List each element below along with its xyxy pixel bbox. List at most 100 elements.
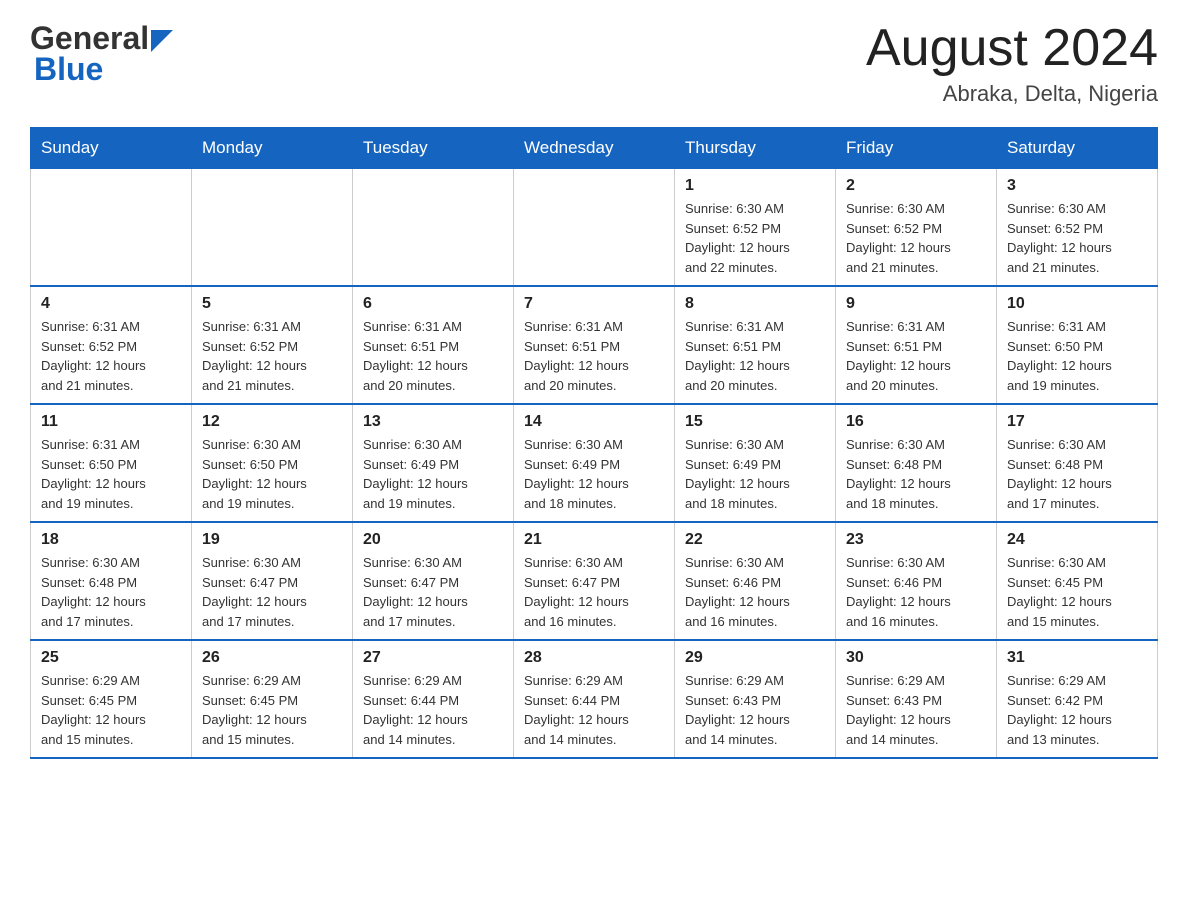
day-number: 30 (846, 649, 986, 667)
day-info: Sunrise: 6:30 AMSunset: 6:48 PMDaylight:… (846, 435, 986, 513)
day-number: 9 (846, 295, 986, 313)
weekday-header-tuesday: Tuesday (353, 128, 514, 169)
day-info: Sunrise: 6:30 AMSunset: 6:48 PMDaylight:… (41, 553, 181, 631)
weekday-header-monday: Monday (192, 128, 353, 169)
day-number: 14 (524, 413, 664, 431)
day-info: Sunrise: 6:29 AMSunset: 6:44 PMDaylight:… (524, 671, 664, 749)
calendar-cell: 10Sunrise: 6:31 AMSunset: 6:50 PMDayligh… (997, 286, 1158, 404)
day-info: Sunrise: 6:30 AMSunset: 6:47 PMDaylight:… (202, 553, 342, 631)
calendar-cell (514, 169, 675, 287)
day-number: 3 (1007, 177, 1147, 195)
calendar-cell: 5 Sunrise: 6:31 AMSunset: 6:52 PMDaylight… (192, 286, 353, 404)
calendar-cell: 8 Sunrise: 6:31 AMSunset: 6:51 PMDaylight… (675, 286, 836, 404)
page-header: General Blue August 2024 Abraka, Delta, … (30, 20, 1158, 107)
day-info: Sunrise: 6:30 AMSunset: 6:49 PMDaylight:… (363, 435, 503, 513)
day-number: 7 (524, 295, 664, 313)
calendar-cell: 26 Sunrise: 6:29 AMSunset: 6:45 PMDayligh… (192, 640, 353, 758)
day-info: Sunrise: 6:29 AMSunset: 6:45 PMDaylight:… (202, 671, 342, 749)
calendar-cell: 7 Sunrise: 6:31 AMSunset: 6:51 PMDaylight… (514, 286, 675, 404)
day-number: 13 (363, 413, 503, 431)
calendar-cell: 1Sunrise: 6:30 AMSunset: 6:52 PMDaylight… (675, 169, 836, 287)
calendar-cell: 16 Sunrise: 6:30 AMSunset: 6:48 PMDayligh… (836, 404, 997, 522)
calendar-cell: 13 Sunrise: 6:30 AMSunset: 6:49 PMDayligh… (353, 404, 514, 522)
day-info: Sunrise: 6:31 AMSunset: 6:50 PMDaylight:… (1007, 317, 1147, 395)
day-number: 6 (363, 295, 503, 313)
calendar-cell: 12 Sunrise: 6:30 AMSunset: 6:50 PMDayligh… (192, 404, 353, 522)
day-info: Sunrise: 6:31 AMSunset: 6:51 PMDaylight:… (363, 317, 503, 395)
day-number: 1 (685, 177, 825, 195)
calendar-cell: 14 Sunrise: 6:30 AMSunset: 6:49 PMDayligh… (514, 404, 675, 522)
day-info: Sunrise: 6:31 AMSunset: 6:51 PMDaylight:… (524, 317, 664, 395)
calendar-cell: 11 Sunrise: 6:31 AMSunset: 6:50 PMDayligh… (31, 404, 192, 522)
day-info: Sunrise: 6:30 AMSunset: 6:52 PMDaylight:… (1007, 199, 1147, 277)
day-number: 22 (685, 531, 825, 549)
logo: General Blue (30, 20, 173, 88)
calendar-cell: 28 Sunrise: 6:29 AMSunset: 6:44 PMDayligh… (514, 640, 675, 758)
day-info: Sunrise: 6:30 AMSunset: 6:47 PMDaylight:… (524, 553, 664, 631)
day-info: Sunrise: 6:30 AMSunset: 6:49 PMDaylight:… (685, 435, 825, 513)
day-number: 20 (363, 531, 503, 549)
day-info: Sunrise: 6:30 AMSunset: 6:48 PMDaylight:… (1007, 435, 1147, 513)
day-number: 4 (41, 295, 181, 313)
calendar-cell: 19 Sunrise: 6:30 AMSunset: 6:47 PMDayligh… (192, 522, 353, 640)
day-info: Sunrise: 6:29 AMSunset: 6:43 PMDaylight:… (846, 671, 986, 749)
day-info: Sunrise: 6:30 AMSunset: 6:45 PMDaylight:… (1007, 553, 1147, 631)
calendar-cell: 9 Sunrise: 6:31 AMSunset: 6:51 PMDaylight… (836, 286, 997, 404)
day-number: 27 (363, 649, 503, 667)
calendar-cell: 3 Sunrise: 6:30 AMSunset: 6:52 PMDaylight… (997, 169, 1158, 287)
calendar-cell: 2Sunrise: 6:30 AMSunset: 6:52 PMDaylight… (836, 169, 997, 287)
weekday-header-friday: Friday (836, 128, 997, 169)
logo-blue: Blue (34, 51, 103, 88)
day-info: Sunrise: 6:30 AMSunset: 6:52 PMDaylight:… (846, 199, 986, 277)
calendar-cell: 31Sunrise: 6:29 AMSunset: 6:42 PMDayligh… (997, 640, 1158, 758)
logo-triangle-icon (151, 30, 173, 52)
calendar-header-row: SundayMondayTuesdayWednesdayThursdayFrid… (31, 128, 1158, 169)
weekday-header-wednesday: Wednesday (514, 128, 675, 169)
day-number: 18 (41, 531, 181, 549)
day-info: Sunrise: 6:30 AMSunset: 6:47 PMDaylight:… (363, 553, 503, 631)
calendar-table: SundayMondayTuesdayWednesdayThursdayFrid… (30, 127, 1158, 759)
weekday-header-sunday: Sunday (31, 128, 192, 169)
day-info: Sunrise: 6:31 AMSunset: 6:51 PMDaylight:… (685, 317, 825, 395)
calendar-cell (192, 169, 353, 287)
day-number: 25 (41, 649, 181, 667)
day-number: 17 (1007, 413, 1147, 431)
calendar-cell: 18 Sunrise: 6:30 AMSunset: 6:48 PMDayligh… (31, 522, 192, 640)
day-number: 28 (524, 649, 664, 667)
day-number: 26 (202, 649, 342, 667)
day-info: Sunrise: 6:31 AMSunset: 6:51 PMDaylight:… (846, 317, 986, 395)
day-number: 11 (41, 413, 181, 431)
location: Abraka, Delta, Nigeria (866, 81, 1158, 107)
day-info: Sunrise: 6:29 AMSunset: 6:44 PMDaylight:… (363, 671, 503, 749)
calendar-week-5: 25 Sunrise: 6:29 AMSunset: 6:45 PMDayligh… (31, 640, 1158, 758)
day-info: Sunrise: 6:30 AMSunset: 6:46 PMDaylight:… (685, 553, 825, 631)
day-number: 15 (685, 413, 825, 431)
day-number: 5 (202, 295, 342, 313)
day-number: 8 (685, 295, 825, 313)
day-number: 19 (202, 531, 342, 549)
day-number: 21 (524, 531, 664, 549)
calendar-week-3: 11 Sunrise: 6:31 AMSunset: 6:50 PMDayligh… (31, 404, 1158, 522)
day-number: 29 (685, 649, 825, 667)
day-number: 12 (202, 413, 342, 431)
calendar-cell: 29 Sunrise: 6:29 AMSunset: 6:43 PMDayligh… (675, 640, 836, 758)
calendar-cell: 23 Sunrise: 6:30 AMSunset: 6:46 PMDayligh… (836, 522, 997, 640)
calendar-cell (31, 169, 192, 287)
day-info: Sunrise: 6:31 AMSunset: 6:50 PMDaylight:… (41, 435, 181, 513)
day-number: 23 (846, 531, 986, 549)
calendar-cell: 25 Sunrise: 6:29 AMSunset: 6:45 PMDayligh… (31, 640, 192, 758)
calendar-cell: 6 Sunrise: 6:31 AMSunset: 6:51 PMDaylight… (353, 286, 514, 404)
day-info: Sunrise: 6:30 AMSunset: 6:46 PMDaylight:… (846, 553, 986, 631)
calendar-cell: 22 Sunrise: 6:30 AMSunset: 6:46 PMDayligh… (675, 522, 836, 640)
day-info: Sunrise: 6:29 AMSunset: 6:45 PMDaylight:… (41, 671, 181, 749)
day-info: Sunrise: 6:30 AMSunset: 6:49 PMDaylight:… (524, 435, 664, 513)
calendar-cell: 24 Sunrise: 6:30 AMSunset: 6:45 PMDayligh… (997, 522, 1158, 640)
day-info: Sunrise: 6:31 AMSunset: 6:52 PMDaylight:… (202, 317, 342, 395)
day-info: Sunrise: 6:30 AMSunset: 6:50 PMDaylight:… (202, 435, 342, 513)
calendar-week-2: 4 Sunrise: 6:31 AMSunset: 6:52 PMDaylight… (31, 286, 1158, 404)
day-info: Sunrise: 6:31 AMSunset: 6:52 PMDaylight:… (41, 317, 181, 395)
weekday-header-saturday: Saturday (997, 128, 1158, 169)
day-number: 16 (846, 413, 986, 431)
day-info: Sunrise: 6:29 AMSunset: 6:43 PMDaylight:… (685, 671, 825, 749)
day-number: 24 (1007, 531, 1147, 549)
